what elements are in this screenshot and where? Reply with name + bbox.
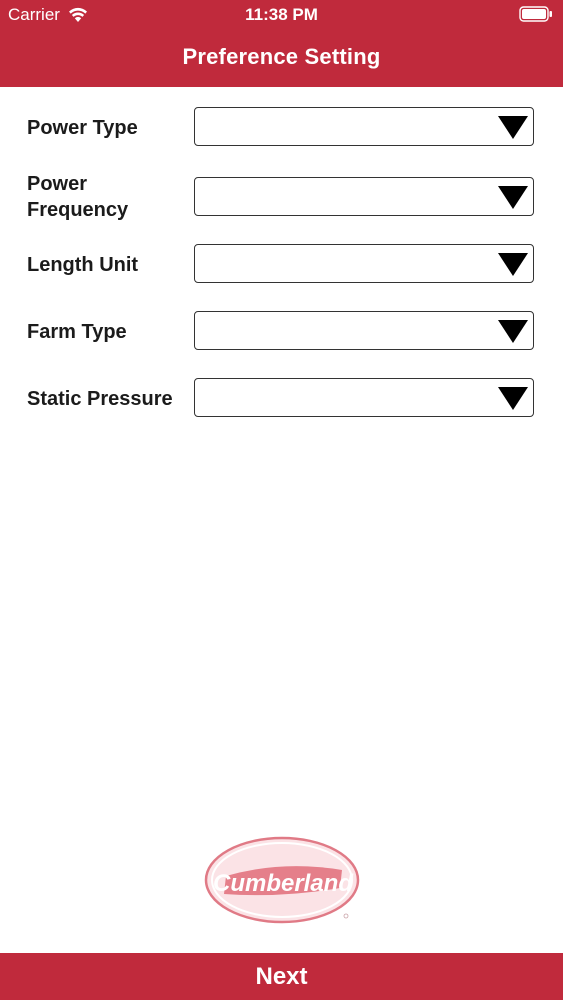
logo-text: Cumberland xyxy=(213,870,354,897)
battery-icon xyxy=(519,6,552,22)
dropdown-arrow-icon xyxy=(498,116,528,139)
form-row-power-type: Power Type xyxy=(27,107,536,148)
dropdown-arrow-icon xyxy=(498,387,528,410)
cumberland-logo: Cumberland xyxy=(204,836,360,924)
farm-type-label: Farm Type xyxy=(27,320,127,343)
length-unit-label: Length Unit xyxy=(27,253,139,276)
form-row-power-frequency: Power Frequency xyxy=(27,173,536,221)
next-button[interactable]: Next xyxy=(0,953,563,1000)
power-type-label: Power Type xyxy=(27,116,138,139)
status-time: 11:38 PM xyxy=(245,5,318,24)
dropdown-arrow-icon xyxy=(498,186,528,209)
form-row-farm-type: Farm Type xyxy=(27,311,536,352)
dropdown-arrow-icon xyxy=(498,320,528,343)
page-title: Preference Setting xyxy=(182,44,381,69)
static-pressure-label: Static Pressure xyxy=(27,387,173,410)
power-frequency-select[interactable] xyxy=(194,177,534,216)
length-unit-select[interactable] xyxy=(194,244,534,283)
dropdown-arrow-icon xyxy=(498,253,528,276)
power-frequency-label: Power Frequency xyxy=(27,173,129,221)
static-pressure-select[interactable] xyxy=(194,378,534,417)
status-bar: Carrier 11:38 PM xyxy=(0,0,563,30)
form-row-length-unit: Length Unit xyxy=(27,244,536,285)
app-header: Carrier 11:38 PM Preference Setting xyxy=(0,0,563,87)
farm-type-select[interactable] xyxy=(194,311,534,350)
form-row-static-pressure: Static Pressure xyxy=(27,378,536,419)
power-type-select[interactable] xyxy=(194,107,534,146)
